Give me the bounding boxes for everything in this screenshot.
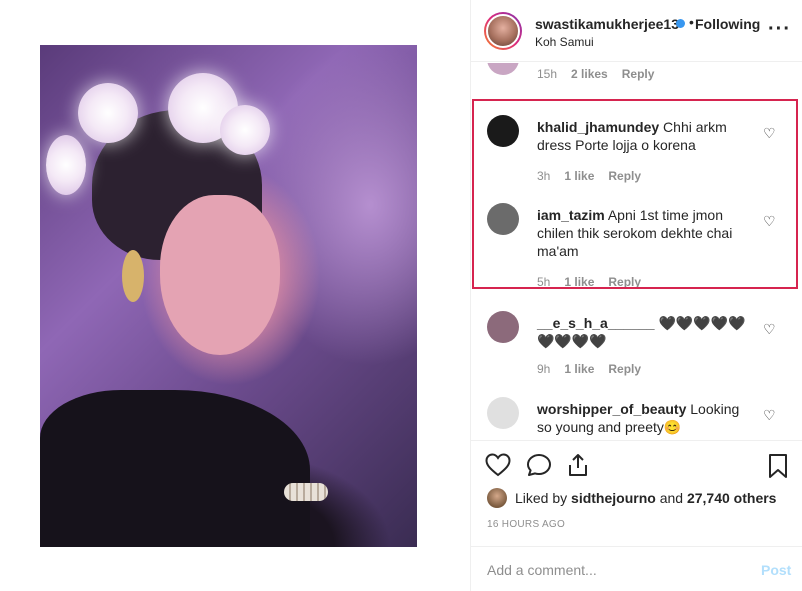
comment-bubble-icon[interactable] — [526, 453, 552, 480]
comment-item: worshipper_of_beauty Looking so young an… — [471, 397, 802, 439]
post-actions: Liked by sidthejourno and 27,740 others … — [471, 440, 802, 540]
liked-by-others-link[interactable]: 27,740 others — [687, 490, 777, 506]
liked-by-user[interactable]: sidthejourno — [571, 490, 656, 506]
photo-flower — [46, 135, 86, 195]
comment-avatar[interactable] — [487, 63, 519, 75]
liker-avatar[interactable] — [487, 488, 507, 508]
comment-username[interactable]: worshipper_of_beauty — [537, 401, 686, 417]
photo-dress — [40, 390, 310, 547]
comment-avatar[interactable] — [487, 311, 519, 343]
comment-time[interactable]: 9h — [537, 362, 550, 376]
author-avatar[interactable] — [484, 12, 522, 50]
photo-face — [160, 195, 280, 355]
post-header: swastikamukherjee13 • Following Koh Samu… — [471, 0, 802, 62]
comment-meta: 15h 2 likes Reply — [537, 67, 668, 81]
like-heart-icon[interactable] — [485, 453, 511, 480]
bookmark-icon[interactable] — [767, 453, 789, 482]
comment-item: __e_s_h_a______ 🖤🖤🖤🖤🖤🖤🖤🖤🖤 9h 1 like Reply … — [471, 311, 802, 391]
photo-earring — [122, 250, 144, 302]
separator-dot: • — [689, 14, 694, 30]
comment-like-heart-icon[interactable]: ♡ — [763, 407, 776, 424]
share-icon[interactable] — [566, 453, 590, 480]
comment-reply-button[interactable]: Reply — [608, 362, 641, 376]
liked-by-text: Liked by sidthejourno and 27,740 others — [515, 490, 776, 506]
post-media-pane — [0, 0, 470, 591]
comment-text: worshipper_of_beauty Looking so young an… — [537, 400, 757, 436]
following-button[interactable]: Following — [695, 16, 760, 32]
post-photo[interactable] — [40, 45, 417, 547]
comment-item: 15h 2 likes Reply — [471, 63, 802, 99]
verified-badge-icon — [676, 19, 685, 28]
post-details-pane: swastikamukherjee13 • Following Koh Samu… — [470, 0, 802, 591]
photo-bracelet — [284, 483, 328, 501]
comment-likes[interactable]: 2 likes — [571, 67, 608, 81]
author-username[interactable]: swastikamukherjee13 — [535, 16, 679, 32]
comment-meta: 9h 1 like Reply — [537, 362, 655, 376]
comment-text: __e_s_h_a______ 🖤🖤🖤🖤🖤🖤🖤🖤🖤 — [537, 314, 757, 350]
liked-by-prefix: Liked by — [515, 490, 568, 506]
add-comment-bar: Post — [471, 546, 802, 591]
post-comment-button[interactable]: Post — [761, 562, 791, 578]
photo-flower — [220, 105, 270, 155]
comment-like-heart-icon[interactable]: ♡ — [763, 321, 776, 338]
comment-input[interactable] — [487, 560, 737, 580]
photo-flower — [78, 83, 138, 143]
comments-list[interactable]: 15h 2 likes Reply khalid_jhamundey Chhi ar… — [471, 63, 802, 439]
post-timestamp[interactable]: 16 HOURS AGO — [487, 519, 565, 530]
more-options-icon[interactable]: ··· — [768, 18, 791, 41]
comment-avatar[interactable] — [487, 397, 519, 429]
liked-by-and: and — [659, 490, 684, 506]
comment-reply-button[interactable]: Reply — [622, 67, 655, 81]
comment-time[interactable]: 15h — [537, 67, 557, 81]
highlight-box — [472, 99, 798, 289]
comment-username[interactable]: __e_s_h_a______ — [537, 315, 655, 331]
comment-likes[interactable]: 1 like — [564, 362, 594, 376]
post-location[interactable]: Koh Samui — [535, 35, 594, 49]
